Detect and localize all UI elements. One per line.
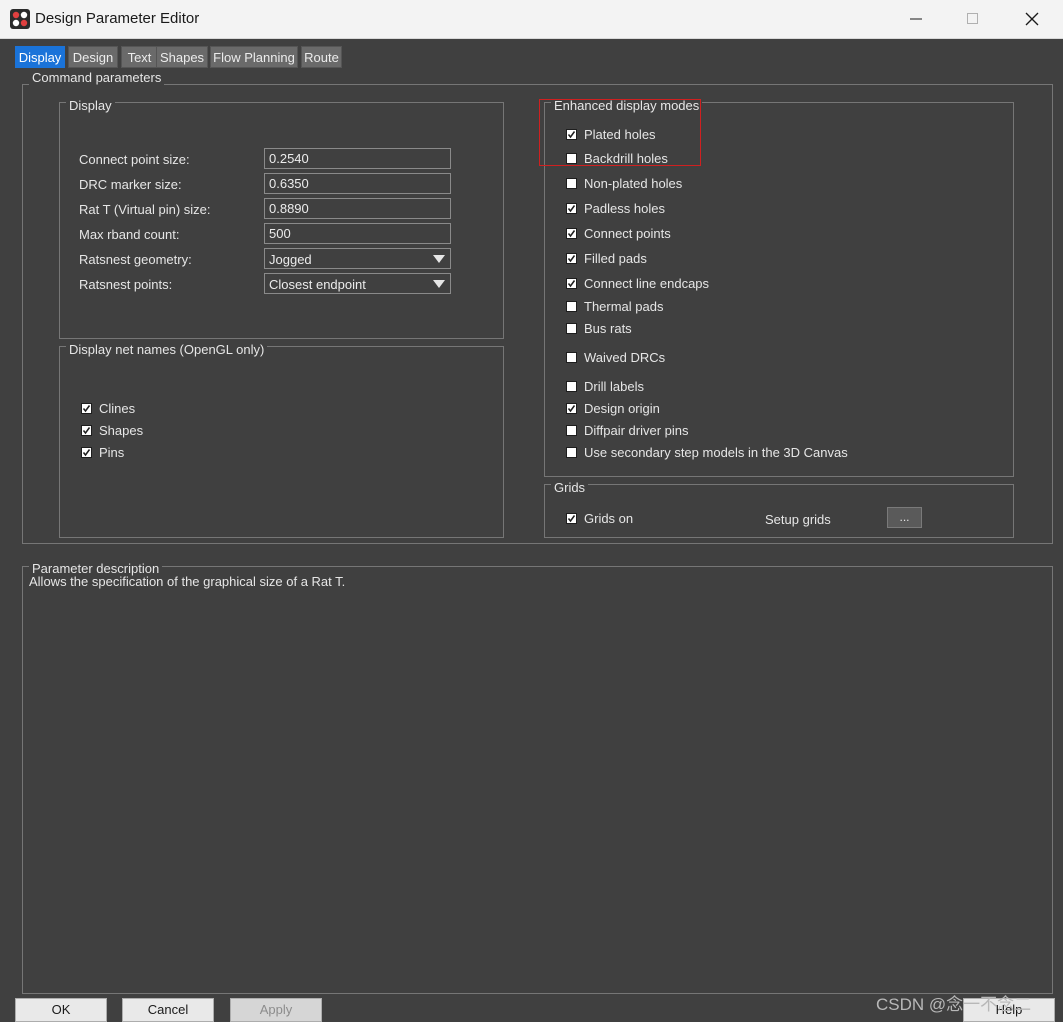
ratsnest-geometry-select[interactable]: Jogged [264,248,451,269]
waived-drcs-label: Waived DRCs [584,350,666,365]
close-button[interactable] [1009,0,1055,38]
setup-grids-label: Setup grids [765,512,831,527]
checkmark-icon [567,230,576,238]
checkmark-icon [567,255,576,263]
checkmark-icon [567,205,576,213]
rat-t-size-input[interactable] [264,198,451,219]
ratsnest-points-label: Ratsnest points: [79,277,173,292]
checkbox-box [566,403,577,414]
checkbox-box [566,278,577,289]
net-names-pins-label: Pins [99,445,125,460]
minimize-button[interactable] [893,0,939,38]
chevron-down-icon [433,280,445,288]
net-names-group [59,346,504,538]
checkbox-box [566,323,577,334]
cancel-button[interactable]: Cancel [122,998,214,1022]
setup-grids-button[interactable]: ... [887,507,922,528]
apply-button[interactable]: Apply [230,998,322,1022]
ratsnest-points-select[interactable]: Closest endpoint [264,273,451,294]
checkmark-icon [567,515,576,523]
rat-t-size-label: Rat T (Virtual pin) size: [79,202,211,217]
app-icon [10,9,30,29]
ok-button[interactable]: OK [15,998,107,1022]
non-plated-holes-label: Non-plated holes [584,176,683,191]
maximize-icon [967,13,978,24]
checkbox-box [566,178,577,189]
window-title: Design Parameter Editor [35,10,200,27]
drc-marker-size-label: DRC marker size: [79,177,182,192]
checkbox-box [566,253,577,264]
checkbox-box [566,513,577,524]
max-rband-count-label: Max rband count: [79,227,180,242]
thermal-pads-label: Thermal pads [584,299,664,314]
parameter-description-group [22,566,1053,994]
tab-text[interactable]: Text [121,46,158,68]
max-rband-count-input[interactable] [264,223,451,244]
grids-group-label: Grids [551,480,589,495]
checkbox-box [566,203,577,214]
connect-line-endcaps-label: Connect line endcaps [584,276,710,291]
drc-marker-size-input[interactable] [264,173,451,194]
net-names-clines-label: Clines [99,401,136,416]
checkmark-icon [82,405,91,413]
connect-points-label: Connect points [584,226,671,241]
checkbox-box [81,447,92,458]
bus-rats-label: Bus rats [584,321,632,336]
checkbox-box [566,425,577,436]
close-icon [1025,12,1039,26]
tab-design[interactable]: Design [68,46,118,68]
connect-point-size-label: Connect point size: [79,152,190,167]
maximize-button[interactable] [950,0,996,38]
tab-display[interactable]: Display [15,46,65,68]
diffpair-driver-pins-label: Diffpair driver pins [584,423,689,438]
annotation-highlight [539,99,701,166]
checkmark-icon [567,280,576,288]
checkbox-box [566,447,577,458]
ratsnest-geometry-value: Jogged [269,252,312,267]
checkbox-box [81,403,92,414]
net-names-shapes-label: Shapes [99,423,144,438]
tab-shapes[interactable]: Shapes [156,46,208,68]
display-group [59,102,504,339]
filled-pads-label: Filled pads [584,251,647,266]
checkbox-box [566,352,577,363]
command-parameters-label: Command parameters [29,70,165,85]
connect-point-size-input[interactable] [264,148,451,169]
minimize-icon [910,18,922,20]
net-names-group-label: Display net names (OpenGL only) [66,342,268,357]
title-bar: Design Parameter Editor [0,0,1063,39]
checkbox-box [81,425,92,436]
checkmark-icon [567,405,576,413]
ratsnest-geometry-label: Ratsnest geometry: [79,252,192,267]
parameter-description-text: Allows the specification of the graphica… [29,574,346,589]
display-group-label: Display [66,98,115,113]
grids-on-label: Grids on [584,511,634,526]
watermark-text: CSDN @念一不念二 [876,995,1032,1014]
checkbox-box [566,301,577,312]
padless-holes-label: Padless holes [584,201,665,216]
design-origin-label: Design origin [584,401,660,416]
use-secondary-step-models-in-the-3d-canvas-label: Use secondary step models in the 3D Canv… [584,445,848,460]
checkmark-icon [82,427,91,435]
checkbox-box [566,228,577,239]
tab-flow-planning[interactable]: Flow Planning [210,46,298,68]
ratsnest-points-value: Closest endpoint [269,277,366,292]
tab-route[interactable]: Route [301,46,342,68]
checkbox-box [566,381,577,392]
drill-labels-label: Drill labels [584,379,644,394]
chevron-down-icon [433,255,445,263]
checkmark-icon [82,449,91,457]
